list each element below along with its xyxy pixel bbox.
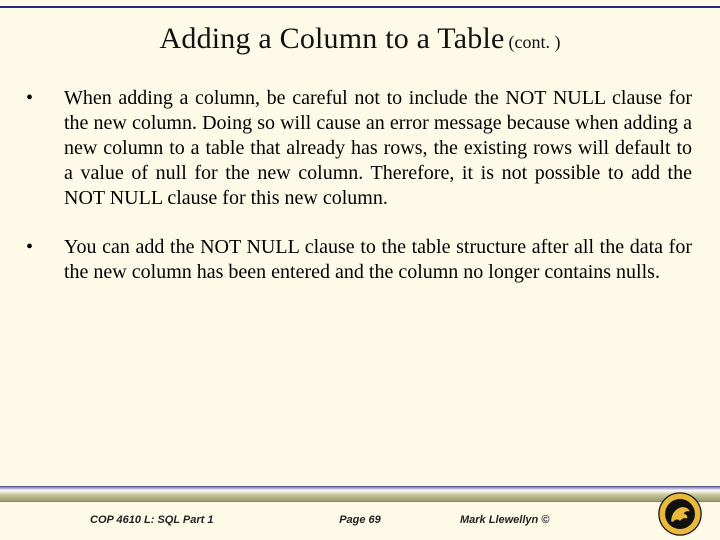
top-divider	[0, 6, 720, 8]
slide-content: • When adding a column, be careful not t…	[24, 86, 692, 309]
bullet-text: You can add the NOT NULL clause to the t…	[64, 235, 692, 285]
footer-center: Page 69	[0, 514, 720, 526]
bullet-text: When adding a column, be careful not to …	[64, 86, 692, 211]
title-main: Adding a Column to a Table	[160, 22, 505, 55]
bullet-marker: •	[24, 86, 64, 111]
pegasus-seal-icon	[658, 492, 702, 536]
title-suffix: (cont. )	[509, 32, 561, 52]
footer-bar: COP 4610 L: SQL Part 1 Page 69 Mark Llew…	[0, 486, 720, 540]
list-item: • When adding a column, be careful not t…	[24, 86, 692, 211]
footer-right: Mark Llewellyn ©	[460, 514, 549, 526]
slide-title: Adding a Column to a Table (cont. )	[0, 22, 720, 56]
bullet-marker: •	[24, 235, 64, 260]
list-item: • You can add the NOT NULL clause to the…	[24, 235, 692, 285]
